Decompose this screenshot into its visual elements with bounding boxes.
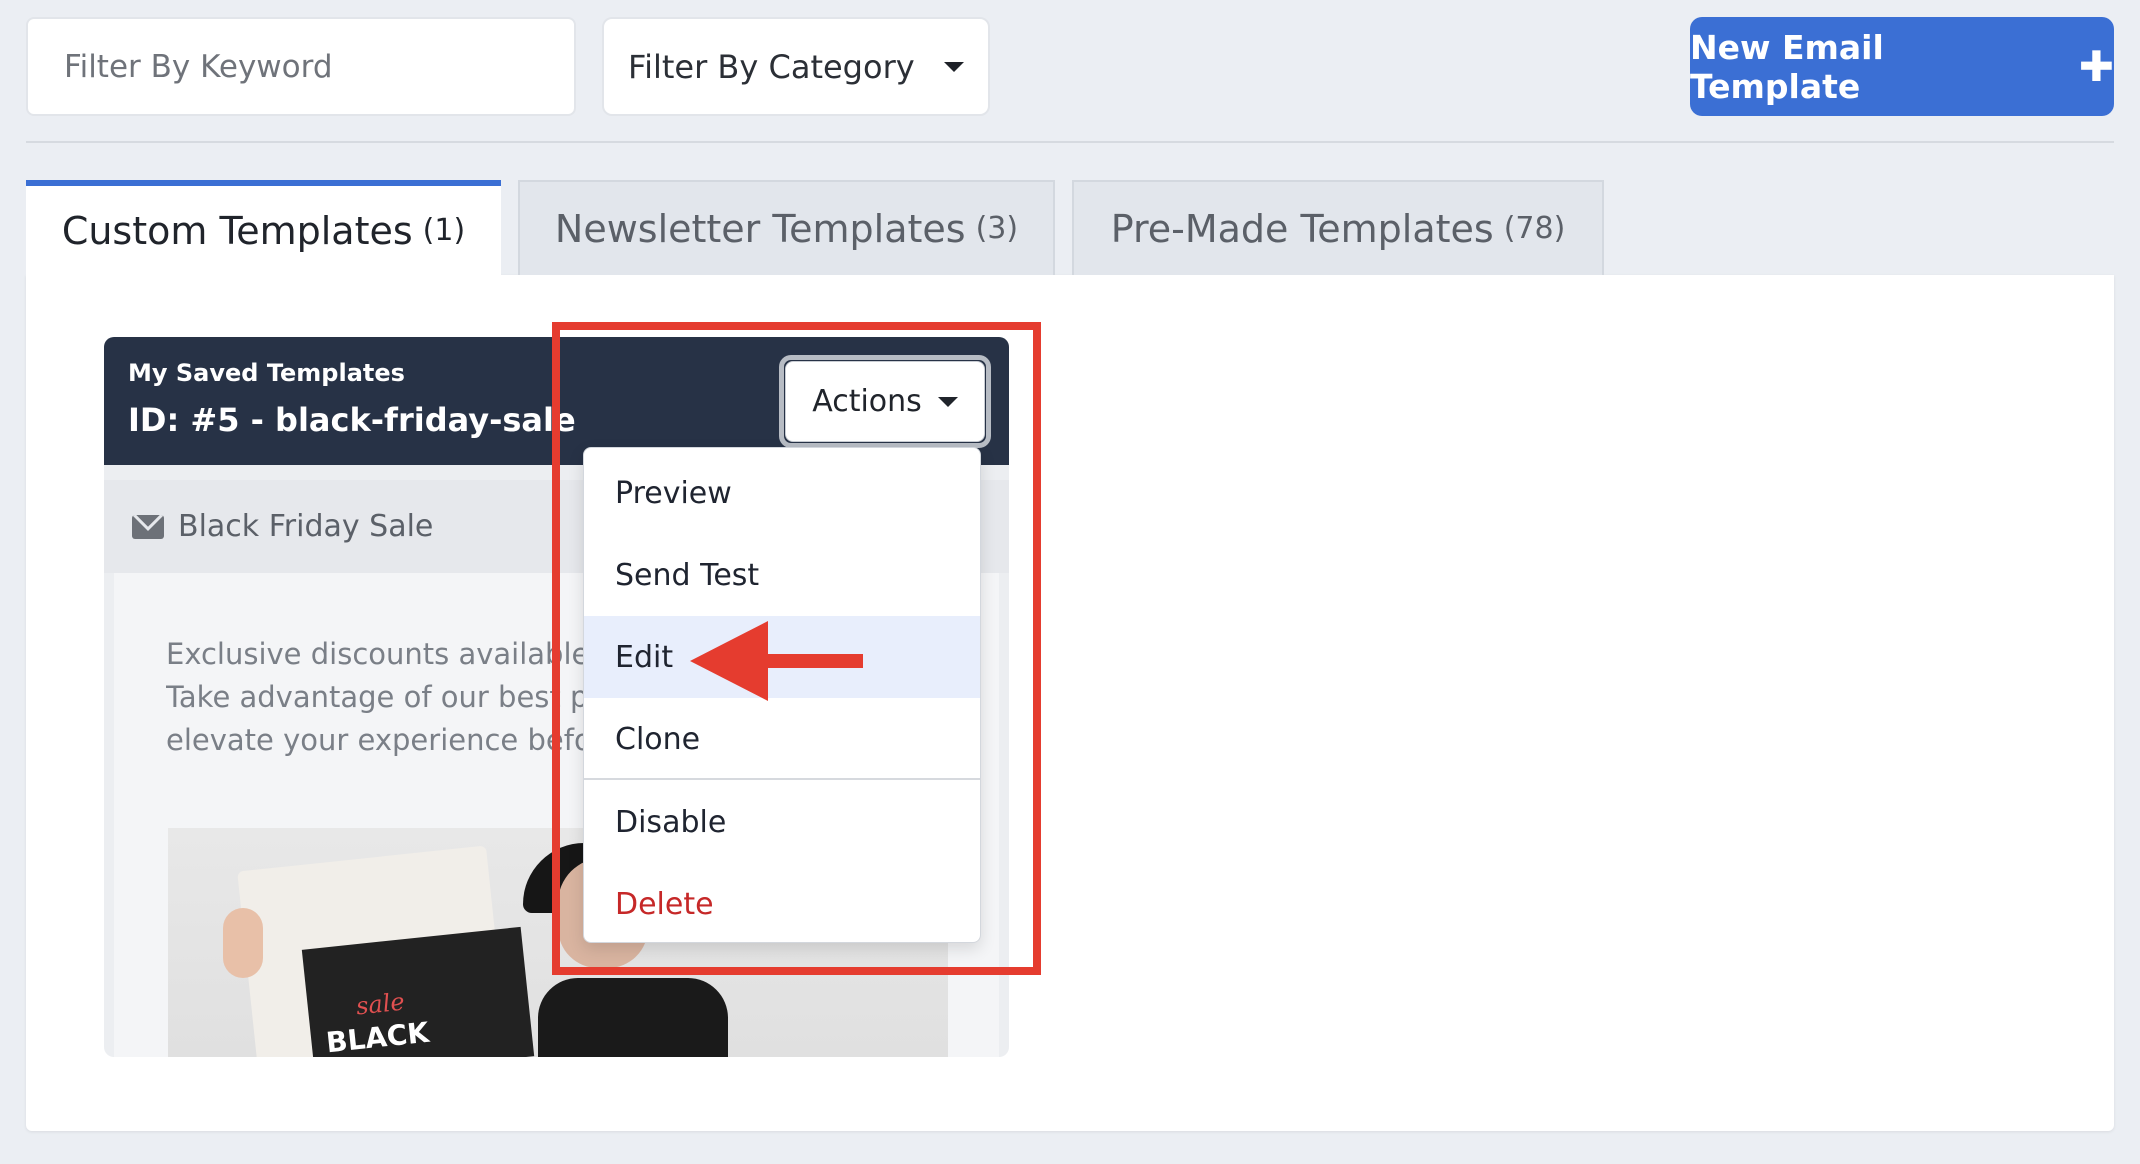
plus-icon: ✚ <box>2078 41 2114 91</box>
poster-sale-text: sale <box>354 987 406 1021</box>
tab-label: Custom Templates <box>61 208 413 253</box>
tab-newsletter-templates[interactable]: Newsletter Templates (3) <box>518 180 1055 275</box>
tab-label: Pre-Made Templates <box>1110 206 1494 251</box>
caret-down-icon <box>944 61 964 72</box>
preview-line: Take advantage of our best pr <box>166 680 596 714</box>
hand-shape <box>223 908 263 978</box>
keyword-filter-input[interactable] <box>26 17 576 116</box>
new-email-template-button[interactable]: New Email Template ✚ <box>1690 17 2114 116</box>
email-subject: Black Friday Sale <box>178 509 434 544</box>
annotation-arrow-icon <box>690 621 863 701</box>
category-filter-label: Filter By Category <box>628 47 915 86</box>
header-divider <box>26 141 2114 143</box>
tab-count: (78) <box>1503 211 1566 246</box>
new-email-template-label: New Email Template <box>1690 27 1884 106</box>
envelope-icon <box>132 514 164 539</box>
jacket-shape <box>538 978 728 1057</box>
preview-line: Exclusive discounts available f <box>166 637 596 671</box>
preview-body-text: Exclusive discounts available f Take adv… <box>166 633 596 762</box>
tab-custom-templates[interactable]: Custom Templates (1) <box>26 180 501 275</box>
tab-premade-templates[interactable]: Pre-Made Templates (78) <box>1072 180 1604 275</box>
tab-count: (1) <box>422 213 466 248</box>
category-filter-select[interactable]: Filter By Category <box>602 17 990 116</box>
tab-label: Newsletter Templates <box>554 206 966 251</box>
preview-line: elevate your experience befor <box>166 723 596 757</box>
tab-count: (3) <box>975 211 1019 246</box>
